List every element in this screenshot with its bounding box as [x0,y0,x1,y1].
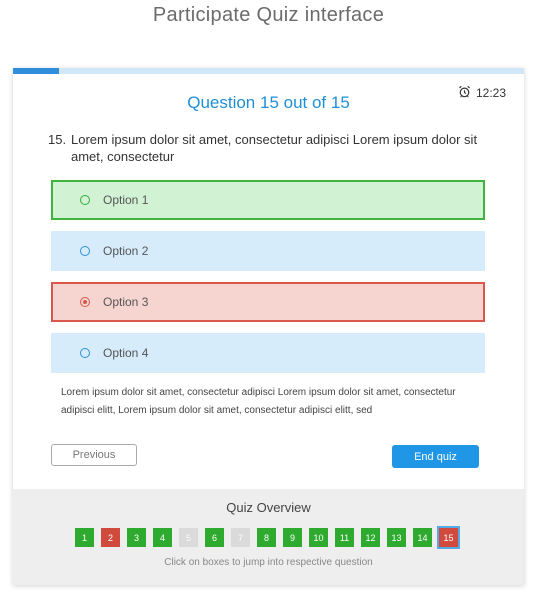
radio-icon [80,348,90,358]
radio-icon [80,195,90,205]
quiz-overview: Quiz Overview 1 2 3 4 5 6 7 8 9 10 11 12… [13,489,524,585]
question-body: Lorem ipsum dolor sit amet, consectetur … [71,132,478,164]
overview-boxes: 1 2 3 4 5 6 7 8 9 10 11 12 13 14 15 [75,526,460,549]
question-box-3[interactable]: 3 [127,528,146,547]
progress-bar [13,68,524,74]
question-box-11[interactable]: 11 [335,528,354,547]
radio-icon [80,246,90,256]
option-4[interactable]: Option 4 [51,333,485,373]
question-box-12[interactable]: 12 [361,528,380,547]
question-description: Lorem ipsum dolor sit amet, consectetur … [61,387,456,416]
question-box-14[interactable]: 14 [413,528,432,547]
radio-selected-icon [80,297,90,307]
option-label: Option 3 [103,295,149,309]
question-box-8[interactable]: 8 [257,528,276,547]
option-label: Option 2 [103,244,149,258]
progress-fill [13,68,59,74]
question-number: 15. [48,132,67,147]
question-counter: Question 15 out of 15 [187,93,350,112]
question-box-5[interactable]: 5 [179,528,198,547]
page-title: Participate Quiz interface [152,4,385,26]
option-1[interactable]: Option 1 [51,180,485,220]
question-box-10[interactable]: 10 [309,528,328,547]
overview-title: Quiz Overview [226,500,311,515]
question-text: 15. Lorem ipsum dolor sit amet, consecte… [48,131,478,165]
quiz-card: 12:23 Question 15 out of 15 15. Lorem ip… [13,68,524,585]
previous-button[interactable]: Previous [51,444,137,466]
option-2[interactable]: Option 2 [51,231,485,271]
question-box-1[interactable]: 1 [75,528,94,547]
question-box-4[interactable]: 4 [153,528,172,547]
question-box-7[interactable]: 7 [231,528,250,547]
question-box-15[interactable]: 15 [437,526,460,549]
option-label: Option 1 [103,193,149,207]
question-box-6[interactable]: 6 [205,528,224,547]
option-3[interactable]: Option 3 [51,282,485,322]
question-box-9[interactable]: 9 [283,528,302,547]
end-quiz-button[interactable]: End quiz [392,445,479,468]
question-box-13[interactable]: 13 [387,528,406,547]
question-box-2[interactable]: 2 [101,528,120,547]
overview-hint: Click on boxes to jump into respective q… [164,557,373,568]
option-label: Option 4 [103,346,149,360]
